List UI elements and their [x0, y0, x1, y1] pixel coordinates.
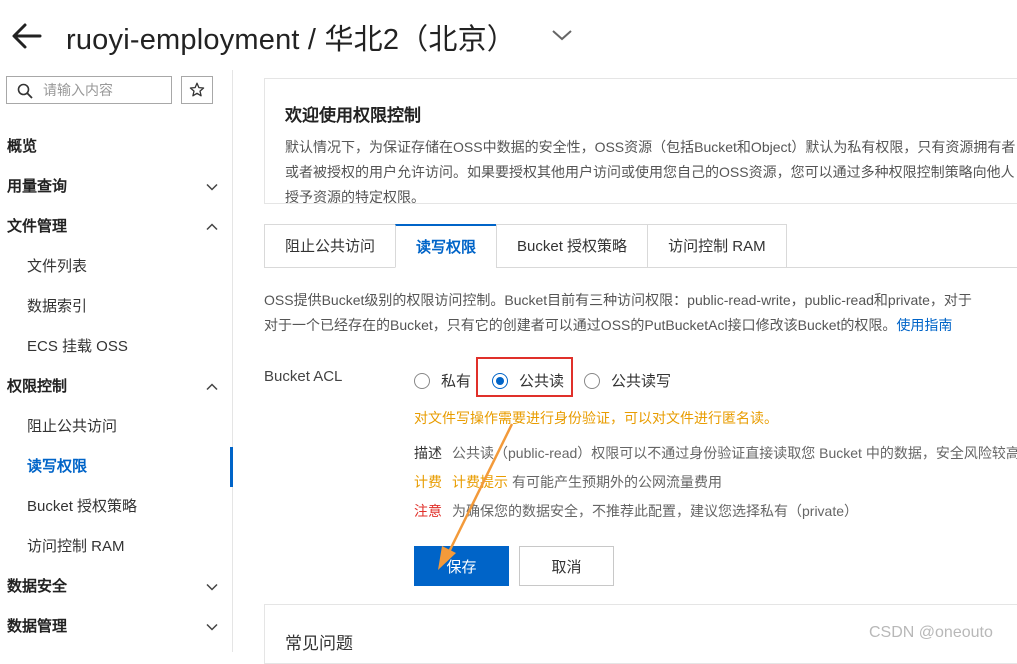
back-arrow-icon[interactable]	[10, 20, 44, 52]
tab-bucket-policy[interactable]: Bucket 授权策略	[496, 224, 648, 268]
sidebar-item-ecs-mount[interactable]: ECS 挂载 OSS	[0, 327, 232, 367]
description-row: 描述 公共读（public-read）权限可以不通过身份验证直接读取您 Bucke…	[414, 443, 1017, 463]
sidebar-item-label: 数据管理	[7, 618, 68, 635]
chevron-down-icon	[206, 583, 218, 591]
billing-tag: 计费提示	[452, 474, 508, 490]
faq-title: 常见问题	[285, 634, 353, 653]
chevron-down-icon	[206, 623, 218, 631]
radio-public-read-write[interactable]: 公共读写	[584, 370, 671, 391]
sidebar-item-label: 权限控制	[7, 378, 68, 395]
search-input[interactable]	[43, 80, 163, 100]
bucket-acl-label: Bucket ACL	[264, 368, 343, 385]
active-indicator	[230, 447, 233, 487]
save-button[interactable]: 保存	[414, 546, 509, 586]
watermark: CSDN @oneouto	[869, 624, 993, 641]
billing-text: 有可能产生预期外的公网流量费用	[512, 474, 722, 490]
cancel-button[interactable]: 取消	[519, 546, 614, 586]
billing-key: 计费	[414, 474, 442, 490]
radio-label: 公共读写	[611, 373, 672, 390]
sidebar-item-bucket-policy[interactable]: Bucket 授权策略	[0, 487, 232, 527]
tab-block-public-access[interactable]: 阻止公共访问	[264, 224, 396, 268]
usage-guide-link[interactable]: 使用指南	[896, 317, 952, 333]
chevron-up-icon	[206, 223, 218, 231]
sidebar-item-overview[interactable]: 概览	[0, 127, 232, 167]
sidebar-item-block-public-access[interactable]: 阻止公共访问	[0, 407, 232, 447]
note-key: 注意	[414, 503, 442, 519]
sidebar-item-label: 用量查询	[7, 178, 68, 195]
tab-read-write-permission[interactable]: 读写权限	[395, 224, 497, 268]
sidebar-item-label: 数据索引	[27, 298, 88, 315]
tab-bar: 阻止公共访问 读写权限 Bucket 授权策略 访问控制 RAM	[264, 224, 787, 268]
sidebar-item-label: 阻止公共访问	[27, 418, 118, 435]
sidebar-item-file-management[interactable]: 文件管理	[0, 207, 232, 247]
sidebar-item-label: 文件管理	[7, 218, 68, 235]
radio-circle	[414, 372, 430, 389]
intro-line-2-text: 对于一个已经存在的Bucket，只有它的创建者可以通过OSS的PutBucket…	[264, 317, 897, 333]
sidebar-item-label: 访问控制 RAM	[27, 538, 125, 555]
sidebar-item-data-index[interactable]: 数据索引	[0, 287, 232, 327]
sidebar-item-file-list[interactable]: 文件列表	[0, 247, 232, 287]
sidebar-item-label: ECS 挂载 OSS	[27, 338, 128, 355]
chevron-down-icon	[206, 183, 218, 191]
intro-line-1: OSS提供Bucket级别的权限访问控制。Bucket目前有三种访问权限：pub…	[264, 292, 972, 308]
acl-warning: 对文件写操作需要进行身份验证，可以对文件进行匿名读。	[414, 410, 778, 426]
highlight-annotation-box	[476, 357, 573, 397]
sidebar-item-label: 读写权限	[27, 458, 88, 475]
radio-label: 私有	[441, 373, 472, 390]
billing-row: 计费 计费提示 有可能产生预期外的公网流量费用	[414, 472, 722, 492]
sidebar-item-label: 概览	[7, 138, 38, 155]
welcome-description: 默认情况下，为保证存储在OSS中数据的安全性，OSS资源（包括Bucket和Ob…	[285, 139, 1016, 204]
note-text: 为确保您的数据安全，不推荐此配置，建议您选择私有（private）	[452, 503, 859, 519]
chevron-down-icon[interactable]	[550, 26, 574, 44]
page-title: ruoyi-employment / 华北2（北京）	[66, 24, 516, 56]
acl-intro: OSS提供Bucket级别的权限访问控制。Bucket目前有三种访问权限：pub…	[264, 288, 1017, 338]
chevron-up-icon	[206, 383, 218, 391]
tab-ram[interactable]: 访问控制 RAM	[647, 224, 787, 268]
search-icon	[17, 83, 33, 99]
description-text: 公共读（public-read）权限可以不通过身份验证直接读取您 Bucket …	[452, 445, 1017, 461]
sidebar-item-data-security[interactable]: 数据安全	[0, 567, 232, 607]
sidebar-item-data-management[interactable]: 数据管理	[0, 607, 232, 647]
sidebar-item-access-control[interactable]: 权限控制	[0, 367, 232, 407]
radio-circle	[584, 372, 600, 389]
star-icon	[189, 82, 205, 97]
welcome-card: 欢迎使用权限控制 默认情况下，为保证存储在OSS中数据的安全性，OSS资源（包括…	[264, 78, 1017, 204]
radio-private[interactable]: 私有	[414, 370, 471, 391]
sidebar-item-read-write-permission[interactable]: 读写权限	[0, 447, 232, 487]
note-row: 注意 为确保您的数据安全，不推荐此配置，建议您选择私有（private）	[414, 501, 858, 521]
search-box	[6, 76, 172, 104]
intro-line-2: 对于一个已经存在的Bucket，只有它的创建者可以通过OSS的PutBucket…	[264, 313, 1017, 338]
sidebar-divider	[232, 70, 233, 652]
welcome-title: 欢迎使用权限控制	[285, 106, 421, 125]
sidebar-item-label: 数据安全	[7, 578, 68, 595]
sidebar-item-label: 文件列表	[27, 258, 88, 275]
sidebar-item-usage[interactable]: 用量查询	[0, 167, 232, 207]
sidebar-item-label: Bucket 授权策略	[27, 498, 138, 515]
sidebar-item-ram[interactable]: 访问控制 RAM	[0, 527, 232, 567]
favorite-button[interactable]	[181, 76, 213, 104]
description-key: 描述	[414, 445, 442, 461]
